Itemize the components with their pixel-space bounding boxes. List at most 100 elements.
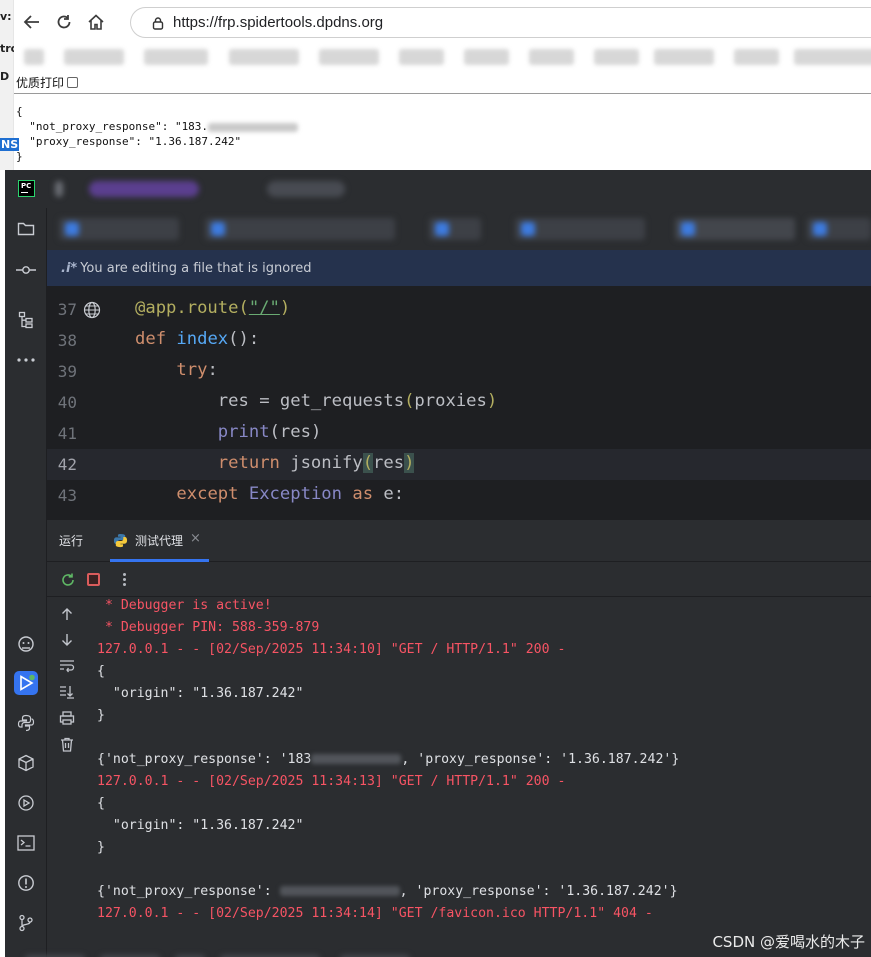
tool-window-bar (5, 208, 47, 957)
banner-message: You are editing a file that is ignored (80, 260, 312, 276)
code-text: try: (176, 360, 218, 380)
line-number: 43 (57, 486, 77, 505)
console-line: "origin": "1.36.187.242" (97, 818, 304, 833)
git-icon[interactable] (14, 911, 38, 935)
up-arrow-icon[interactable] (57, 604, 77, 624)
bookmark-item[interactable] (319, 49, 379, 65)
ignored-file-icon: .i* (61, 260, 78, 276)
run-toolbar (47, 562, 871, 597)
file-tab-active[interactable] (675, 218, 795, 240)
code-editor[interactable]: 37 @app.route("/") 38 def index(): 39 tr… (47, 286, 871, 519)
lock-icon (152, 16, 164, 30)
bookmark-item[interactable] (594, 49, 639, 65)
code-text: res = get_requests(proxies) (217, 391, 498, 411)
more-options-icon[interactable] (123, 571, 127, 588)
bookmark-item[interactable] (654, 49, 714, 65)
python-console-icon[interactable] (14, 711, 38, 735)
run-tool-icon[interactable] (14, 671, 38, 695)
url-text: https://frp.spidertools.dpdns.org (173, 14, 384, 31)
bookmark-item[interactable] (229, 49, 299, 65)
reload-icon[interactable] (50, 8, 78, 36)
pretty-print-label: 优质打印 (16, 75, 65, 90)
console-line: { (97, 664, 105, 679)
endpoint-globe-icon[interactable] (83, 301, 101, 319)
file-tab[interactable] (807, 218, 871, 240)
code-line: 38 def index(): (47, 325, 871, 356)
bookmark-item[interactable] (734, 49, 779, 65)
line-number: 38 (57, 331, 77, 350)
ide-titlebar: PC (5, 170, 871, 208)
console-line: {'not_proxy_response': '183, 'proxy_resp… (97, 752, 680, 767)
main-menu-icon[interactable] (55, 181, 63, 197)
pretty-print-checkbox[interactable] (67, 76, 79, 88)
python-packages-icon[interactable] (14, 751, 38, 775)
console-line: "origin": "1.36.187.242" (97, 686, 304, 701)
ai-assistant-icon[interactable] (14, 632, 38, 656)
console-output[interactable]: * Debugger is active! * Debugger PIN: 58… (97, 597, 871, 957)
bookmark-item[interactable] (529, 49, 574, 65)
close-tab-icon[interactable]: × (190, 531, 201, 546)
bookmark-item[interactable] (64, 49, 124, 65)
file-tab[interactable] (515, 218, 645, 240)
project-widget[interactable] (89, 181, 199, 197)
file-tab[interactable] (59, 218, 179, 240)
bookmark-item[interactable] (399, 49, 444, 65)
bookmarks-bar (14, 44, 871, 70)
console-line: {'not_proxy_response': , 'proxy_response… (97, 884, 678, 899)
code-text: @app.route("/") (135, 298, 291, 318)
console-line: { (97, 796, 105, 811)
more-tools-icon[interactable] (14, 348, 38, 372)
bookmark-item[interactable] (464, 49, 509, 65)
console-line: 127.0.0.1 - - [02/Sep/2025 11:34:13] "GE… (97, 774, 566, 789)
console-line: 127.0.0.1 - - [02/Sep/2025 11:34:10] "GE… (97, 642, 566, 657)
file-tab[interactable] (429, 218, 481, 240)
ignored-file-banner: .i* You are editing a file that is ignor… (47, 250, 871, 286)
address-bar[interactable]: https://frp.spidertools.dpdns.org (130, 7, 871, 38)
structure-icon[interactable] (14, 308, 38, 332)
problems-icon[interactable] (14, 871, 38, 895)
code-line: 43 except Exception as e: (47, 480, 871, 511)
rerun-icon[interactable] (60, 572, 76, 588)
pycharm-window: PC .i* You are editing a file that is ig… (5, 170, 871, 957)
services-icon[interactable] (14, 791, 38, 815)
csdn-watermark: CSDN @爱喝水的木子 (712, 933, 865, 951)
line-number: 39 (57, 362, 77, 381)
code-text: return jsonify(res) (217, 453, 415, 473)
status-bar (5, 953, 871, 957)
redacted-ip (311, 754, 402, 764)
run-tool-window: 运行 测试代理 × * Debugger is active! * Debugg… (47, 519, 871, 957)
pycharm-logo-icon[interactable]: PC (18, 180, 35, 197)
stop-icon[interactable] (87, 573, 100, 586)
home-icon[interactable] (82, 8, 110, 36)
code-line: 39 try: (47, 356, 871, 387)
soft-wrap-icon[interactable] (57, 656, 77, 676)
back-arrow-icon[interactable] (18, 8, 46, 36)
run-config-tab[interactable]: 测试代理 (135, 532, 183, 549)
code-text: print(res) (217, 422, 322, 442)
commit-icon[interactable] (14, 258, 38, 282)
code-line: 40 res = get_requests(proxies) (47, 387, 871, 418)
print-icon[interactable] (57, 708, 77, 728)
terminal-icon[interactable] (14, 831, 38, 855)
file-tab[interactable] (205, 218, 395, 240)
bookmark-item[interactable] (24, 49, 44, 65)
console-line: } (97, 708, 105, 723)
trash-icon[interactable] (57, 734, 77, 754)
console-line: 127.0.0.1 - - [02/Sep/2025 11:34:14] "GE… (97, 906, 653, 921)
run-tab-label[interactable]: 运行 (59, 532, 83, 549)
code-text: except Exception as e: (176, 484, 405, 504)
down-arrow-icon[interactable] (57, 630, 77, 650)
bookmark-item[interactable] (144, 49, 208, 65)
line-number: 42 (57, 455, 77, 474)
vcs-widget[interactable] (267, 181, 345, 197)
console-line: * Debugger PIN: 588-359-879 (97, 620, 320, 635)
scroll-to-end-icon[interactable] (57, 682, 77, 702)
project-folder-icon[interactable] (14, 217, 38, 241)
editor-tabs (47, 208, 871, 250)
bookmark-item[interactable] (794, 49, 871, 65)
python-file-icon (113, 533, 128, 548)
redacted-ip (279, 886, 400, 896)
console-line: } (97, 840, 105, 855)
background-window-edge: v: tro D NS (0, 0, 20, 170)
line-number: 41 (57, 424, 77, 443)
